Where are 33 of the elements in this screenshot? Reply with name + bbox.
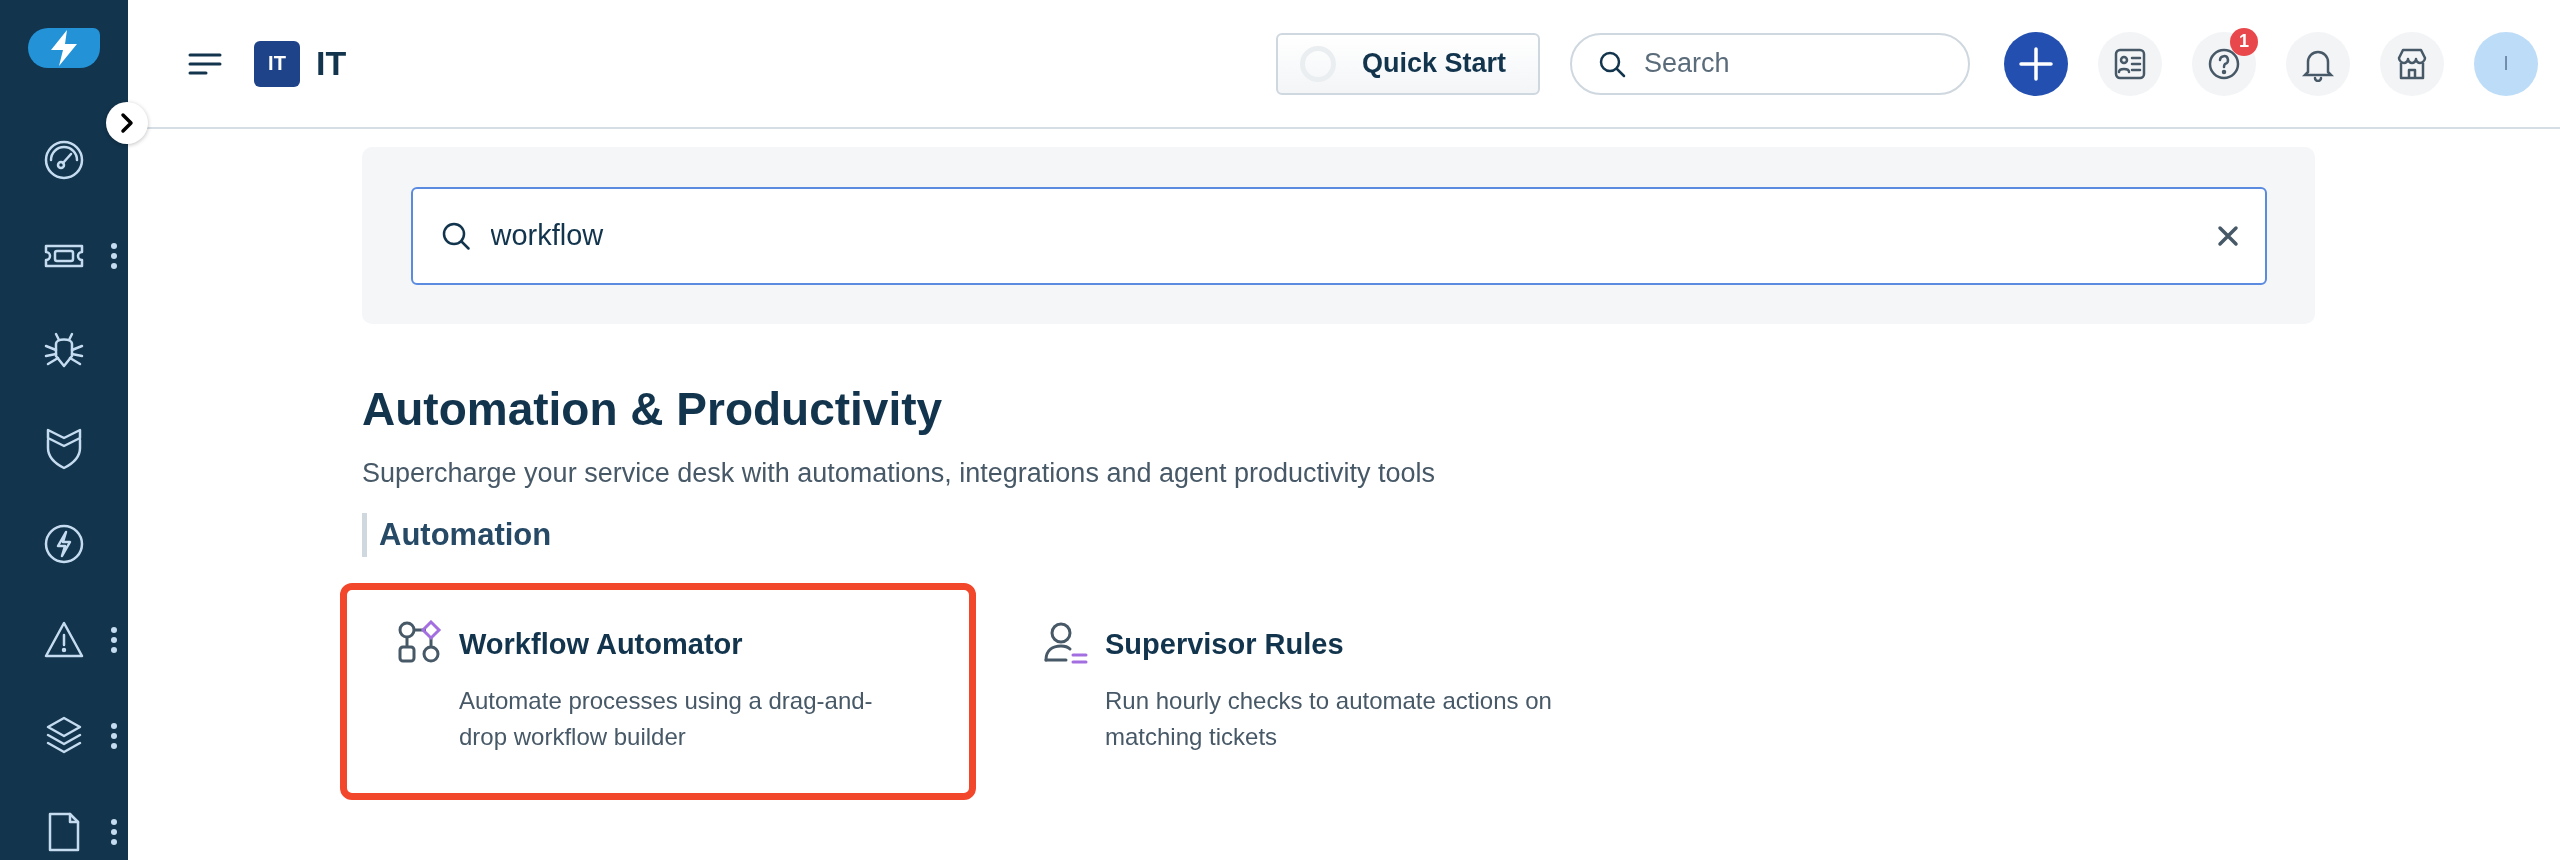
group-title: Automation (362, 513, 2560, 557)
gauge-icon[interactable] (42, 138, 86, 182)
menu-button[interactable] (188, 51, 222, 76)
search-field[interactable]: Search (1570, 32, 1970, 95)
search-icon (440, 220, 471, 251)
more-dots-icon[interactable] (110, 626, 118, 654)
card-description: Automate processes using a drag-and-drop workflow builder (459, 686, 874, 752)
help-button[interactable]: 1 (2192, 31, 2256, 96)
workspace-name[interactable]: IT (316, 44, 347, 83)
card-title: Supervisor Rules (1105, 628, 1345, 661)
person-rules-icon (1043, 620, 1089, 666)
settings-search-field[interactable]: workflow (410, 186, 2267, 285)
more-dots-icon[interactable] (110, 722, 118, 750)
card-title: Workflow Automator (459, 628, 744, 661)
workflow-nodes-icon (397, 620, 443, 666)
more-dots-icon[interactable] (110, 242, 118, 270)
plus-icon (2018, 45, 2054, 82)
menu-icon (188, 51, 222, 76)
section-title: Automation & Productivity (362, 382, 944, 436)
card-description: Run hourly checks to automate actions on matching tickets (1105, 686, 1553, 752)
more-dots-icon[interactable] (110, 818, 118, 846)
feature-card[interactable]: Workflow Automator Automate processes using a drag-and-drop workflow builder (340, 583, 976, 800)
quick-start-button[interactable]: Quick Start (1276, 32, 1540, 95)
app-logo[interactable] (28, 28, 100, 68)
lightning-icon[interactable] (42, 522, 86, 566)
feature-card[interactable]: Supervisor Rules Run hourly checks to automate actions on matching tickets (986, 583, 1622, 800)
section-subtitle: Supercharge your service desk with automations, integrations and agent productivity tools (362, 458, 1437, 489)
expand-sidebar-button[interactable] (106, 102, 148, 144)
notification-count: 1 (2230, 27, 2258, 56)
search-icon (1598, 49, 1626, 78)
chevron-right-icon (119, 112, 135, 134)
workspace-badge: IT (254, 40, 300, 87)
close-icon[interactable] (2216, 224, 2239, 247)
